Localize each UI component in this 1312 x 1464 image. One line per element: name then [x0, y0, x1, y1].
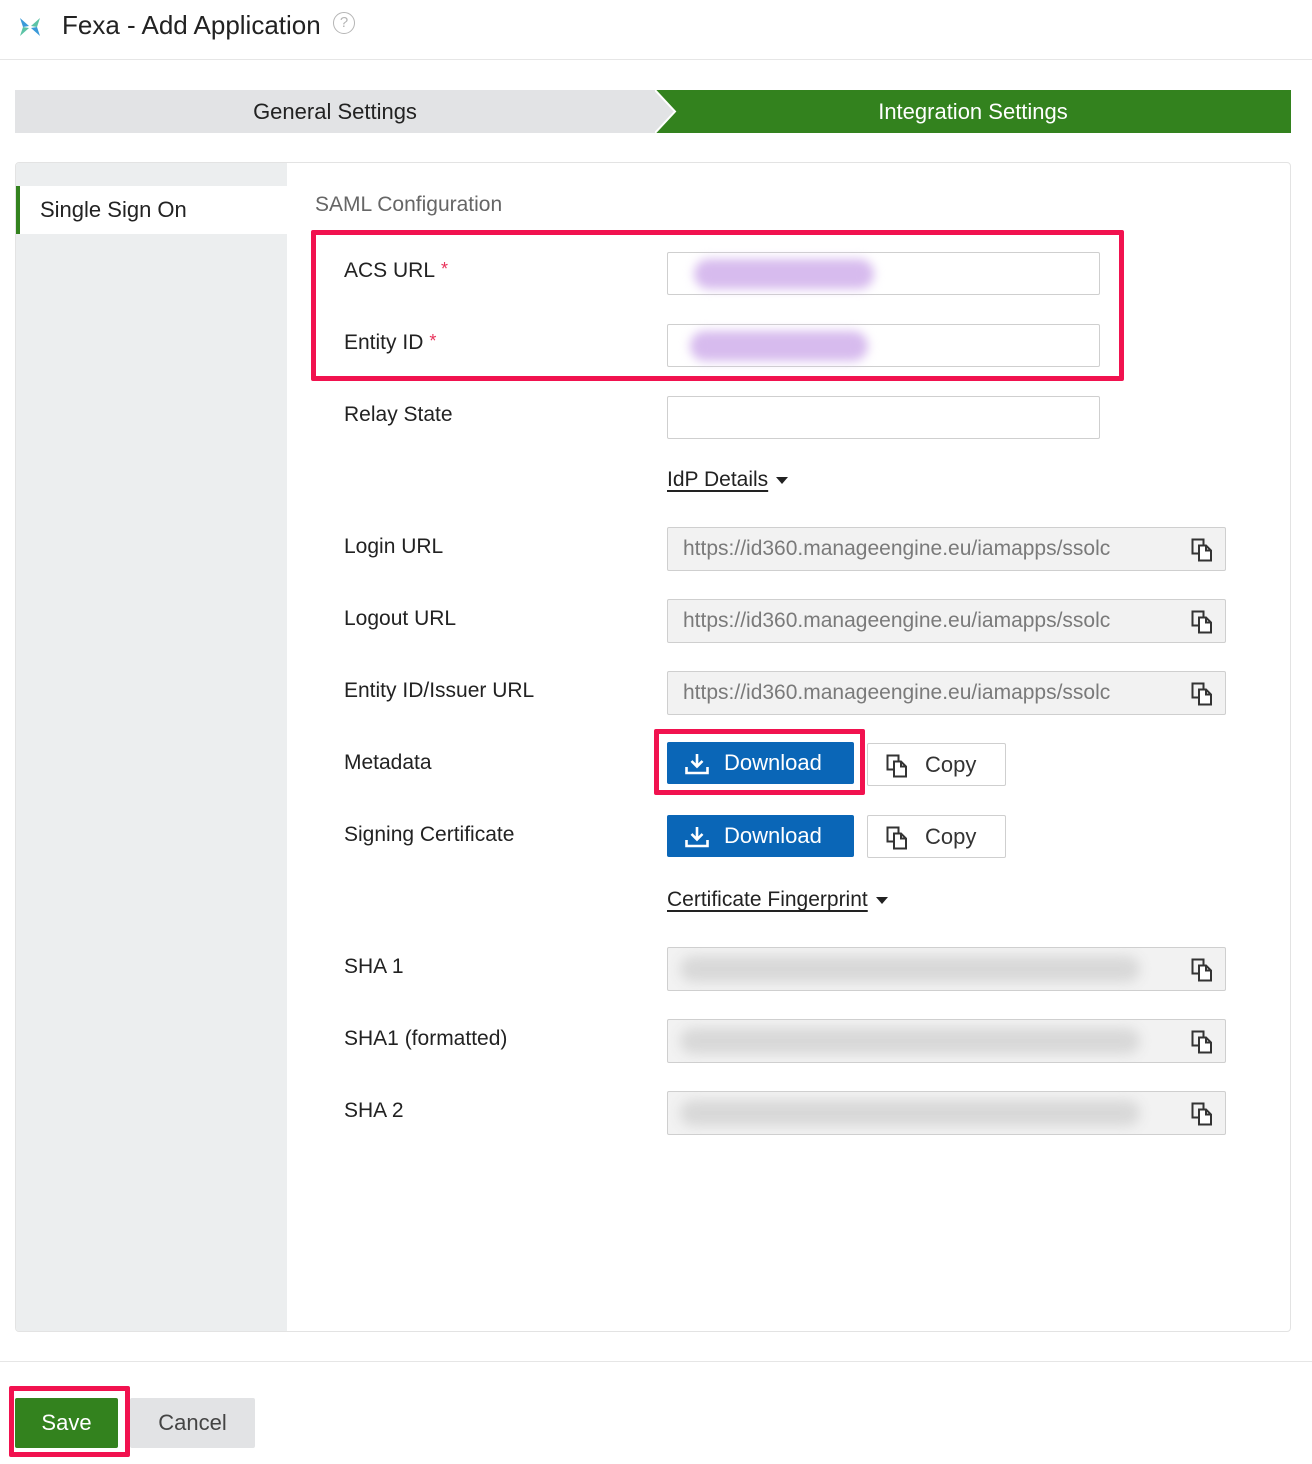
page-title: Fexa - Add Application	[62, 10, 321, 40]
login-url-label: Login URL	[344, 535, 444, 558]
help-icon[interactable]: ?	[333, 12, 355, 34]
metadata-label: Metadata	[344, 751, 432, 774]
step-integration-settings[interactable]: Integration Settings	[655, 90, 1291, 133]
login-url-field[interactable]: https://id360.manageengine.eu/iamapps/ss…	[667, 527, 1226, 571]
caret-down-icon	[875, 896, 888, 904]
sidebar: Single Sign On	[16, 163, 287, 1331]
section-title: SAML Configuration	[315, 193, 503, 216]
copy-entity-issuer-url-button[interactable]	[1175, 672, 1225, 714]
relay-state-label: Relay State	[344, 403, 453, 426]
signing-certificate-label: Signing Certificate	[344, 823, 515, 846]
sha1-formatted-label: SHA1 (formatted)	[344, 1027, 508, 1050]
login-url-value: https://id360.manageengine.eu/iamapps/ss…	[683, 537, 1111, 560]
redacted-value	[680, 1028, 1140, 1054]
copy-icon	[1191, 682, 1212, 706]
copy-icon	[1191, 538, 1212, 562]
signing-certificate-download-label: Download	[724, 823, 822, 848]
sha1-field[interactable]	[667, 947, 1226, 991]
copy-icon	[886, 826, 907, 850]
idp-details-toggle[interactable]: IdP Details	[667, 468, 789, 492]
logout-url-label: Logout URL	[344, 607, 457, 630]
copy-logout-url-button[interactable]	[1175, 600, 1225, 642]
footer-divider	[0, 1361, 1312, 1362]
copy-icon	[1191, 1102, 1212, 1126]
sidebar-item-label: Single Sign On	[40, 197, 187, 222]
sha1-formatted-field[interactable]	[667, 1019, 1226, 1063]
copy-sha1-button[interactable]	[1175, 948, 1225, 990]
certificate-fingerprint-toggle[interactable]: Certificate Fingerprint	[667, 888, 888, 912]
step-integration-settings-label: Integration Settings	[878, 99, 1068, 124]
app-logo-icon	[20, 18, 40, 36]
signing-certificate-download-button[interactable]: Download	[667, 815, 854, 857]
sidebar-item-single-sign-on[interactable]: Single Sign On	[16, 186, 287, 234]
metadata-copy-label: Copy	[925, 752, 977, 777]
entity-issuer-url-value: https://id360.manageengine.eu/iamapps/ss…	[683, 681, 1111, 704]
signing-certificate-copy-button[interactable]: Copy	[867, 815, 1006, 858]
copy-login-url-button[interactable]	[1175, 528, 1225, 570]
signing-certificate-copy-label: Copy	[925, 824, 977, 849]
page-header: Fexa - Add Application ?	[0, 0, 1312, 60]
entity-issuer-url-label: Entity ID/Issuer URL	[344, 679, 535, 702]
cancel-button[interactable]: Cancel	[130, 1398, 255, 1448]
step-chevron-icon	[655, 90, 677, 133]
step-general-settings-label: General Settings	[253, 99, 417, 124]
sha2-label: SHA 2	[344, 1099, 404, 1122]
copy-icon	[1191, 1030, 1212, 1054]
copy-sha2-button[interactable]	[1175, 1092, 1225, 1134]
sha1-label: SHA 1	[344, 955, 404, 978]
sha2-field[interactable]	[667, 1091, 1226, 1135]
logout-url-field[interactable]: https://id360.manageengine.eu/iamapps/ss…	[667, 599, 1226, 643]
copy-icon	[1191, 958, 1212, 982]
copy-sha1-formatted-button[interactable]	[1175, 1020, 1225, 1062]
highlight-box-saml-fields	[311, 230, 1124, 381]
entity-issuer-url-field[interactable]: https://id360.manageengine.eu/iamapps/ss…	[667, 671, 1226, 715]
save-button[interactable]: Save	[15, 1398, 118, 1448]
step-general-settings[interactable]: General Settings	[15, 90, 675, 133]
redacted-value	[680, 956, 1140, 982]
relay-state-input[interactable]	[667, 396, 1100, 439]
caret-down-icon	[776, 476, 789, 484]
copy-icon	[1191, 610, 1212, 634]
highlight-box-metadata-download	[654, 729, 865, 795]
wizard-steps: General Settings Integration Settings	[15, 90, 1291, 133]
redacted-value	[680, 1100, 1140, 1126]
logout-url-value: https://id360.manageengine.eu/iamapps/ss…	[683, 609, 1111, 632]
copy-icon	[886, 754, 907, 778]
download-icon	[685, 827, 709, 848]
metadata-copy-button[interactable]: Copy	[867, 743, 1006, 786]
